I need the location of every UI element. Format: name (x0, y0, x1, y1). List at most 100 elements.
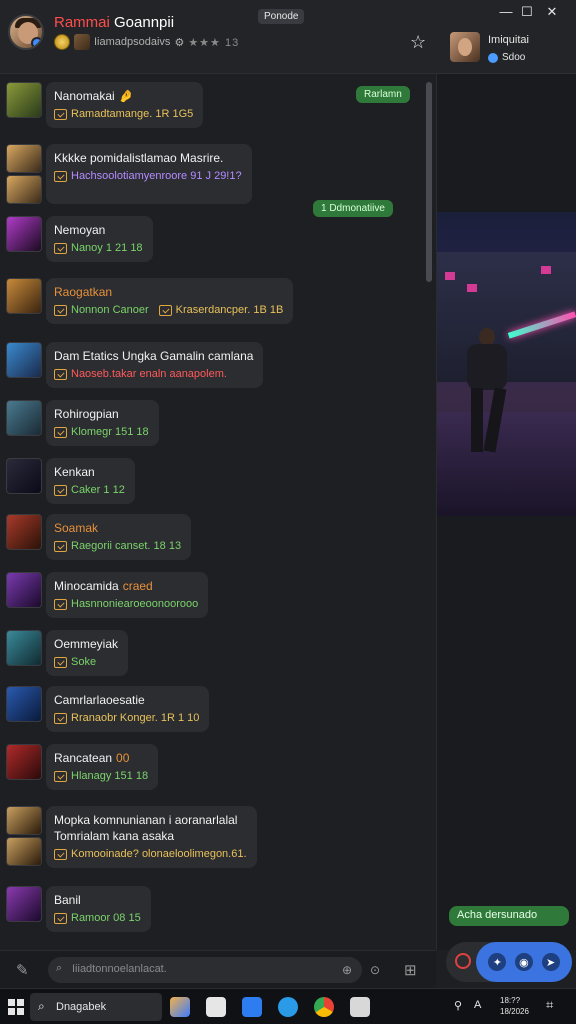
windows-start-icon[interactable] (8, 999, 24, 1015)
side-user-name: Imiquitai (488, 34, 529, 46)
message-bubble[interactable]: Rancatean 00 Hlanagy 151 18 (46, 744, 159, 790)
clock-time: 18:?? (500, 996, 521, 1005)
favorite-star-icon[interactable]: ☆ (410, 32, 426, 53)
chat-message[interactable]: Mopka komnunianan i aoranarlalal Tomriala… (6, 806, 257, 868)
chat-message[interactable]: Rohirogpian Klomegr 151 18 (6, 400, 159, 446)
chat-message[interactable]: Nemoyan Nanoy 1 21 18 (6, 216, 153, 262)
chat-message[interactable]: Oemmeyiak Soke (6, 630, 129, 676)
chat-scrollbar[interactable] (426, 82, 432, 282)
chat-bubble-icon[interactable]: ◉ (514, 953, 533, 971)
message-bubble[interactable]: Soamak Raegorii canset. 18 13 (46, 514, 192, 560)
language-icon[interactable]: A (474, 999, 481, 1011)
chat-message[interactable]: Nanomakai 🤌 Ramadtamange. 1R 1G5 (6, 82, 204, 128)
app-icon-store[interactable] (206, 997, 226, 1017)
message-bubble[interactable]: Nemoyan Nanoy 1 21 18 (46, 216, 153, 262)
message-thumbnail-stack[interactable] (6, 806, 42, 866)
chat-message[interactable]: Kenkan Caker 1 12 (6, 458, 135, 504)
message-bubble[interactable]: Nanomakai 🤌 Ramadtamange. 1R 1G5 (46, 82, 204, 128)
status-pill-second[interactable]: 1 Ddmonatiive (313, 200, 393, 217)
checkbox-icon (54, 770, 67, 782)
app-icon-widgets[interactable] (170, 997, 190, 1017)
message-thumbnail[interactable] (6, 144, 42, 173)
side-user-panel[interactable]: Imiquitai Sdoo (440, 28, 576, 74)
taskbar-search[interactable]: ⌕ Dnagabek (30, 993, 162, 1021)
taskbar-clock[interactable]: 18:?? 18/2026 (500, 995, 529, 1017)
network-icon[interactable]: ⚲ (454, 999, 462, 1012)
message-thumbnail[interactable] (6, 630, 42, 666)
app-icon-chrome[interactable] (314, 997, 334, 1017)
hero-leg (471, 388, 483, 452)
record-icon[interactable] (455, 953, 471, 969)
message-bubble[interactable]: Rohirogpian Klomegr 151 18 (46, 400, 159, 446)
checkbox-icon (54, 426, 67, 438)
chat-message[interactable]: Kkkke pomidalistlamao Masrire. Hachsoolot… (6, 144, 252, 204)
checkbox-icon (54, 170, 67, 182)
action-pill[interactable]: Acha dersunado (449, 906, 569, 926)
message-thumbnail[interactable] (6, 514, 42, 550)
checkbox-icon (54, 242, 67, 254)
message-meta: Ramoor 08 15 (54, 910, 141, 926)
message-text-line: Tomrialam kana asaka (54, 829, 175, 843)
neon-window (467, 284, 477, 292)
attach-icon[interactable]: ✎ (16, 961, 29, 979)
emoji-icon[interactable]: ⊕ (342, 963, 352, 977)
message-thumbnail[interactable] (6, 886, 42, 922)
message-thumbnail[interactable] (6, 175, 42, 204)
chat-message[interactable]: Dam Etatics Ungka Gamalin camlana Naoseb.… (6, 342, 264, 388)
message-thumbnail[interactable] (6, 400, 42, 436)
message-thumbnail[interactable] (6, 572, 42, 608)
message-bubble[interactable]: Raogatkan Nonnon Canoer Kraserdancper. 1B … (46, 278, 294, 324)
chat-message[interactable]: Minocamida craed Hasnnoniearoeoonoorooo (6, 572, 209, 618)
minimize-button[interactable]: — (496, 4, 516, 19)
message-bubble[interactable]: Oemmeyiak Soke (46, 630, 129, 676)
message-meta: Ramadtamange. 1R 1G5 (54, 106, 193, 122)
chat-message[interactable]: Soamak Raegorii canset. 18 13 (6, 514, 192, 560)
message-thumbnail[interactable] (6, 686, 42, 722)
message-thumbnail[interactable] (6, 342, 42, 378)
message-input[interactable]: ⌕ Iiiadtonnoelanlacat. (48, 957, 362, 983)
message-bubble[interactable]: Minocamida craed Hasnnoniearoeoonoorooo (46, 572, 209, 618)
gift-icon[interactable]: ⊞ (404, 961, 417, 979)
message-composer: ✎ ⌕ Iiiadtonnoelanlacat. ⊕ ⊙ ⊞ (0, 950, 436, 988)
message-thumbnail[interactable] (6, 82, 42, 118)
dropdown-icon[interactable]: ⊙ (370, 963, 380, 977)
game-controller-icon[interactable]: ✦ (488, 953, 507, 971)
side-user-avatar[interactable] (450, 32, 480, 62)
close-button[interactable]: ✕ (542, 4, 562, 20)
message-thumbnail[interactable] (6, 278, 42, 314)
title-part-white: Goannpii (114, 14, 175, 31)
message-thumbnail[interactable] (6, 837, 42, 866)
message-meta: Naoseb.takar enaln aanapolem. (54, 366, 253, 382)
settings-mini-icon: ⚙ (174, 36, 185, 49)
quick-actions-dock: ✦ ◉ ➤ (476, 942, 572, 982)
message-thumbnail[interactable] (6, 216, 42, 252)
message-thumbnail[interactable] (6, 458, 42, 494)
maximize-button[interactable]: ☐ (517, 4, 537, 20)
hero-character (459, 328, 515, 456)
message-bubble[interactable]: Camrlarlaoesatie Rranaobr Konger. 1R 1 10 (46, 686, 210, 732)
neon-window (541, 266, 551, 274)
message-bubble[interactable]: Mopka komnunianan i aoranarlalal Tomriala… (46, 806, 257, 868)
chat-message[interactable]: Camrlarlaoesatie Rranaobr Konger. 1R 1 10 (6, 686, 210, 732)
user-avatar[interactable] (8, 14, 44, 50)
app-icon-notepad[interactable] (350, 997, 370, 1017)
message-sender: Soamak (54, 520, 181, 536)
compass-icon[interactable]: ➤ (541, 953, 560, 971)
chat-message[interactable]: Rancatean 00 Hlanagy 151 18 (6, 744, 159, 790)
chat-message[interactable]: Raogatkan Nonnon Canoer Kraserdancper. 1B … (6, 278, 294, 324)
chat-message[interactable]: Banil Ramoor 08 15 (6, 886, 151, 932)
online-badge-icon (31, 37, 42, 48)
message-thumbnail[interactable] (6, 744, 42, 780)
message-bubble[interactable]: Banil Ramoor 08 15 (46, 886, 151, 932)
app-icon-edge[interactable] (242, 997, 262, 1017)
message-bubble[interactable]: Dam Etatics Ungka Gamalin camlana Naoseb.… (46, 342, 264, 388)
message-bubble[interactable]: Kenkan Caker 1 12 (46, 458, 135, 504)
notifications-icon[interactable]: ⌗ (546, 997, 553, 1013)
message-thumbnail-stack[interactable] (6, 144, 42, 204)
message-bubble[interactable]: Kkkke pomidalistlamao Masrire. Hachsoolot… (46, 144, 252, 204)
status-pill-top[interactable]: Rarlamn (356, 86, 410, 103)
game-screenshot-image[interactable] (437, 212, 576, 516)
app-icon-chat[interactable] (278, 997, 298, 1017)
message-thumbnail[interactable] (6, 806, 42, 835)
side-user-status-text: Sdoo (502, 52, 526, 63)
